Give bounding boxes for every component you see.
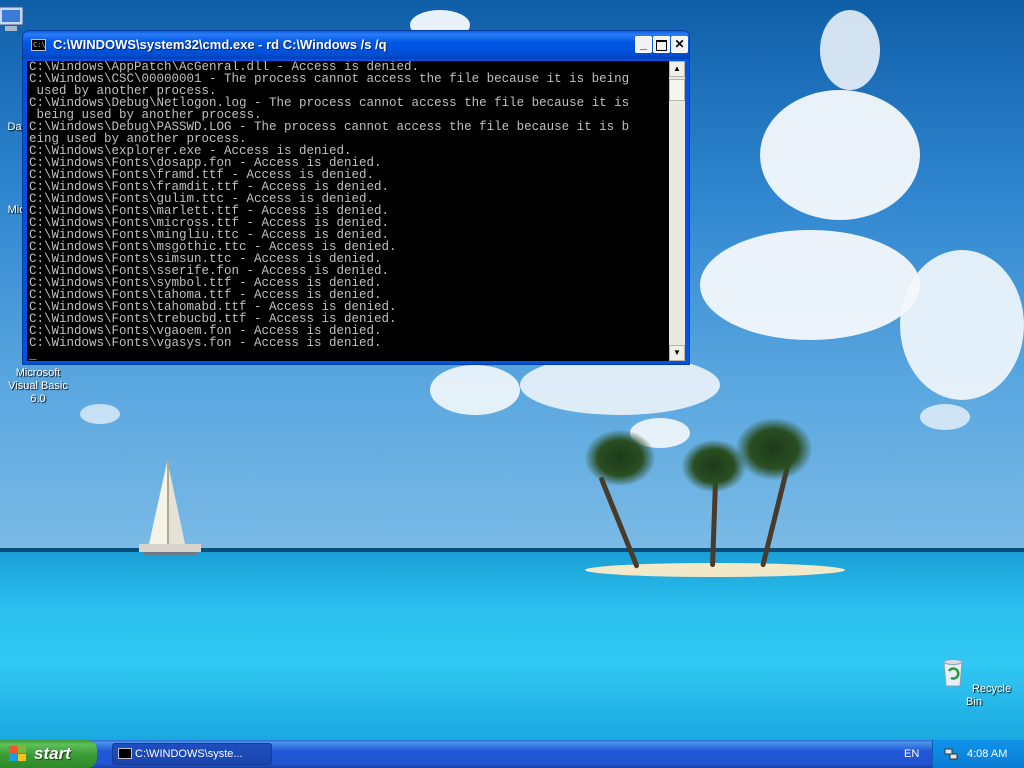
- scroll-up-button[interactable]: ▲: [669, 61, 685, 77]
- cmd-window[interactable]: C:\ C:\WINDOWS\system32\cmd.exe - rd C:\…: [22, 30, 690, 365]
- close-button[interactable]: ✕: [671, 36, 688, 53]
- cmd-icon: C:\: [31, 39, 46, 51]
- close-icon: ✕: [674, 37, 685, 51]
- cloud: [920, 404, 970, 430]
- cloud: [80, 404, 120, 424]
- console-output[interactable]: C:\Windows\AppPatch\AcGenral.dll - Acces…: [27, 61, 669, 361]
- vertical-scrollbar[interactable]: ▲ ▼: [669, 61, 685, 361]
- arrow-down-icon: ▼: [673, 348, 681, 357]
- palm-crown: [736, 418, 812, 480]
- scroll-thumb[interactable]: [669, 79, 685, 101]
- cloud: [430, 365, 520, 415]
- scroll-down-button[interactable]: ▼: [669, 345, 685, 361]
- language-indicator[interactable]: EN: [904, 740, 928, 768]
- console-line: _: [29, 348, 37, 361]
- minimize-icon: _: [640, 37, 647, 51]
- cmd-window-title: C:\WINDOWS\system32\cmd.exe - rd C:\Wind…: [53, 37, 387, 52]
- system-tray: 4:08 AM: [932, 740, 1024, 768]
- start-label: start: [34, 744, 71, 763]
- palm-crown: [585, 430, 655, 486]
- cmd-icon: [118, 748, 132, 759]
- minimize-button[interactable]: _: [635, 36, 652, 53]
- recycle-bin-icon: [943, 659, 963, 687]
- cloud: [820, 10, 880, 90]
- cloud: [700, 230, 920, 340]
- windows-logo-icon: [9, 746, 27, 762]
- sailboat-image: [139, 460, 201, 555]
- desktop-icon-visual-basic[interactable]: Microsoft Visual Basic 6.0: [0, 367, 76, 406]
- wallpaper-sea: [0, 552, 1024, 740]
- maximize-icon: [656, 40, 667, 51]
- cloud: [760, 90, 920, 220]
- desktop-icon-label: Microsoft Visual Basic 6.0: [8, 367, 68, 405]
- cloud: [900, 250, 1024, 400]
- console-line: C:\Windows\Fonts\vgasys.fon - Access is …: [29, 336, 382, 350]
- taskbar-button-cmd[interactable]: C:\WINDOWS\syste...: [112, 743, 272, 765]
- desktop-icon-recycle-bin[interactable]: Recycle Bin: [936, 656, 1012, 709]
- start-button[interactable]: start: [0, 740, 97, 768]
- maximize-button[interactable]: [653, 36, 670, 53]
- desktop-icon-label: Recycle Bin: [966, 683, 1012, 708]
- taskbar: start C:\WINDOWS\syste... EN 4:08 AM: [0, 740, 1024, 768]
- taskbar-button-label: C:\WINDOWS\syste...: [135, 748, 243, 760]
- clock[interactable]: 4:08 AM: [967, 740, 1007, 768]
- cmd-titlebar[interactable]: C:\ C:\WINDOWS\system32\cmd.exe - rd C:\…: [23, 31, 689, 59]
- arrow-up-icon: ▲: [673, 64, 681, 73]
- network-icon[interactable]: [943, 746, 959, 762]
